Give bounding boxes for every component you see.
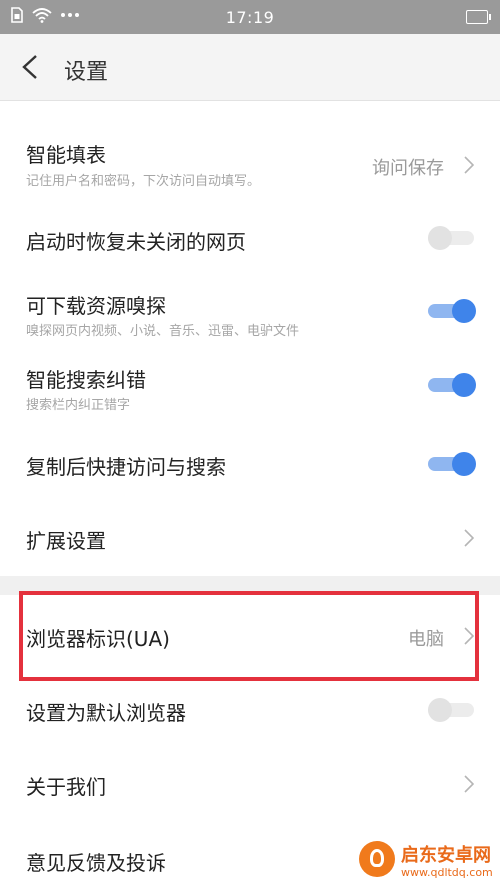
setting-value: 询问保存 xyxy=(372,158,444,179)
setting-subtitle: 搜索栏内纠正错字 xyxy=(26,398,131,413)
toggle-knob xyxy=(428,226,452,250)
resource-sniff-toggle[interactable] xyxy=(428,299,476,323)
chevron-right-icon xyxy=(464,775,474,793)
status-time: 17:19 xyxy=(225,8,275,27)
settings-group-1: 智能填表 记住用户名和密码，下次访问自动填写。 询问保存 启动时恢复未关闭的网页… xyxy=(0,101,500,576)
setting-subtitle: 记住用户名和密码，下次访问自动填写。 xyxy=(26,174,261,189)
status-bar: 17:19 xyxy=(0,0,500,34)
search-correct-toggle[interactable] xyxy=(428,373,476,397)
setting-title: 意见反馈及投诉 xyxy=(26,851,166,875)
watermark-name: 启东安卓网 xyxy=(401,845,491,866)
setting-extensions[interactable]: 扩展设置 xyxy=(0,516,500,560)
setting-title: 复制后快捷访问与搜索 xyxy=(26,455,226,479)
setting-autofill[interactable]: 智能填表 记住用户名和密码，下次访问自动填写。 询问保存 xyxy=(0,134,500,196)
default-browser-toggle[interactable] xyxy=(428,698,474,722)
setting-quick-access[interactable]: 复制后快捷访问与搜索 xyxy=(0,442,500,486)
setting-title: 设置为默认浏览器 xyxy=(26,701,186,725)
page-title: 设置 xyxy=(64,60,109,85)
setting-title: 启动时恢复未关闭的网页 xyxy=(26,230,246,254)
setting-default-browser[interactable]: 设置为默认浏览器 xyxy=(0,689,500,733)
toggle-knob xyxy=(452,452,476,476)
chevron-right-icon xyxy=(464,156,474,174)
watermark-logo-icon xyxy=(359,841,395,877)
watermark: 启东安卓网 www.qdltdq.com xyxy=(359,837,494,885)
setting-subtitle: 嗅探网页内视频、小说、音乐、迅雷、电驴文件 xyxy=(26,324,300,339)
toggle-knob xyxy=(452,373,476,397)
setting-title: 关于我们 xyxy=(26,775,106,799)
battery-icon xyxy=(466,10,491,24)
setting-title: 扩展设置 xyxy=(26,529,106,553)
page-header: 设置 xyxy=(0,34,500,101)
setting-title: 智能搜索纠错 xyxy=(26,368,146,392)
setting-restore-tabs[interactable]: 启动时恢复未关闭的网页 xyxy=(0,216,500,260)
setting-title: 可下载资源嗅探 xyxy=(26,294,166,318)
quick-access-toggle[interactable] xyxy=(428,452,476,476)
chevron-left-icon[interactable] xyxy=(18,54,42,80)
setting-about[interactable]: 关于我们 xyxy=(0,763,500,807)
restore-tabs-toggle[interactable] xyxy=(428,226,474,250)
toggle-knob xyxy=(428,698,452,722)
chevron-right-icon xyxy=(464,529,474,547)
setting-title: 智能填表 xyxy=(26,143,106,167)
watermark-url: www.qdltdq.com xyxy=(401,866,493,879)
setting-search-correct[interactable]: 智能搜索纠错 搜索栏内纠正错字 xyxy=(0,361,500,423)
highlight-annotation xyxy=(19,591,479,681)
toggle-knob xyxy=(452,299,476,323)
setting-resource-sniff[interactable]: 可下载资源嗅探 嗅探网页内视频、小说、音乐、迅雷、电驴文件 xyxy=(0,287,500,349)
